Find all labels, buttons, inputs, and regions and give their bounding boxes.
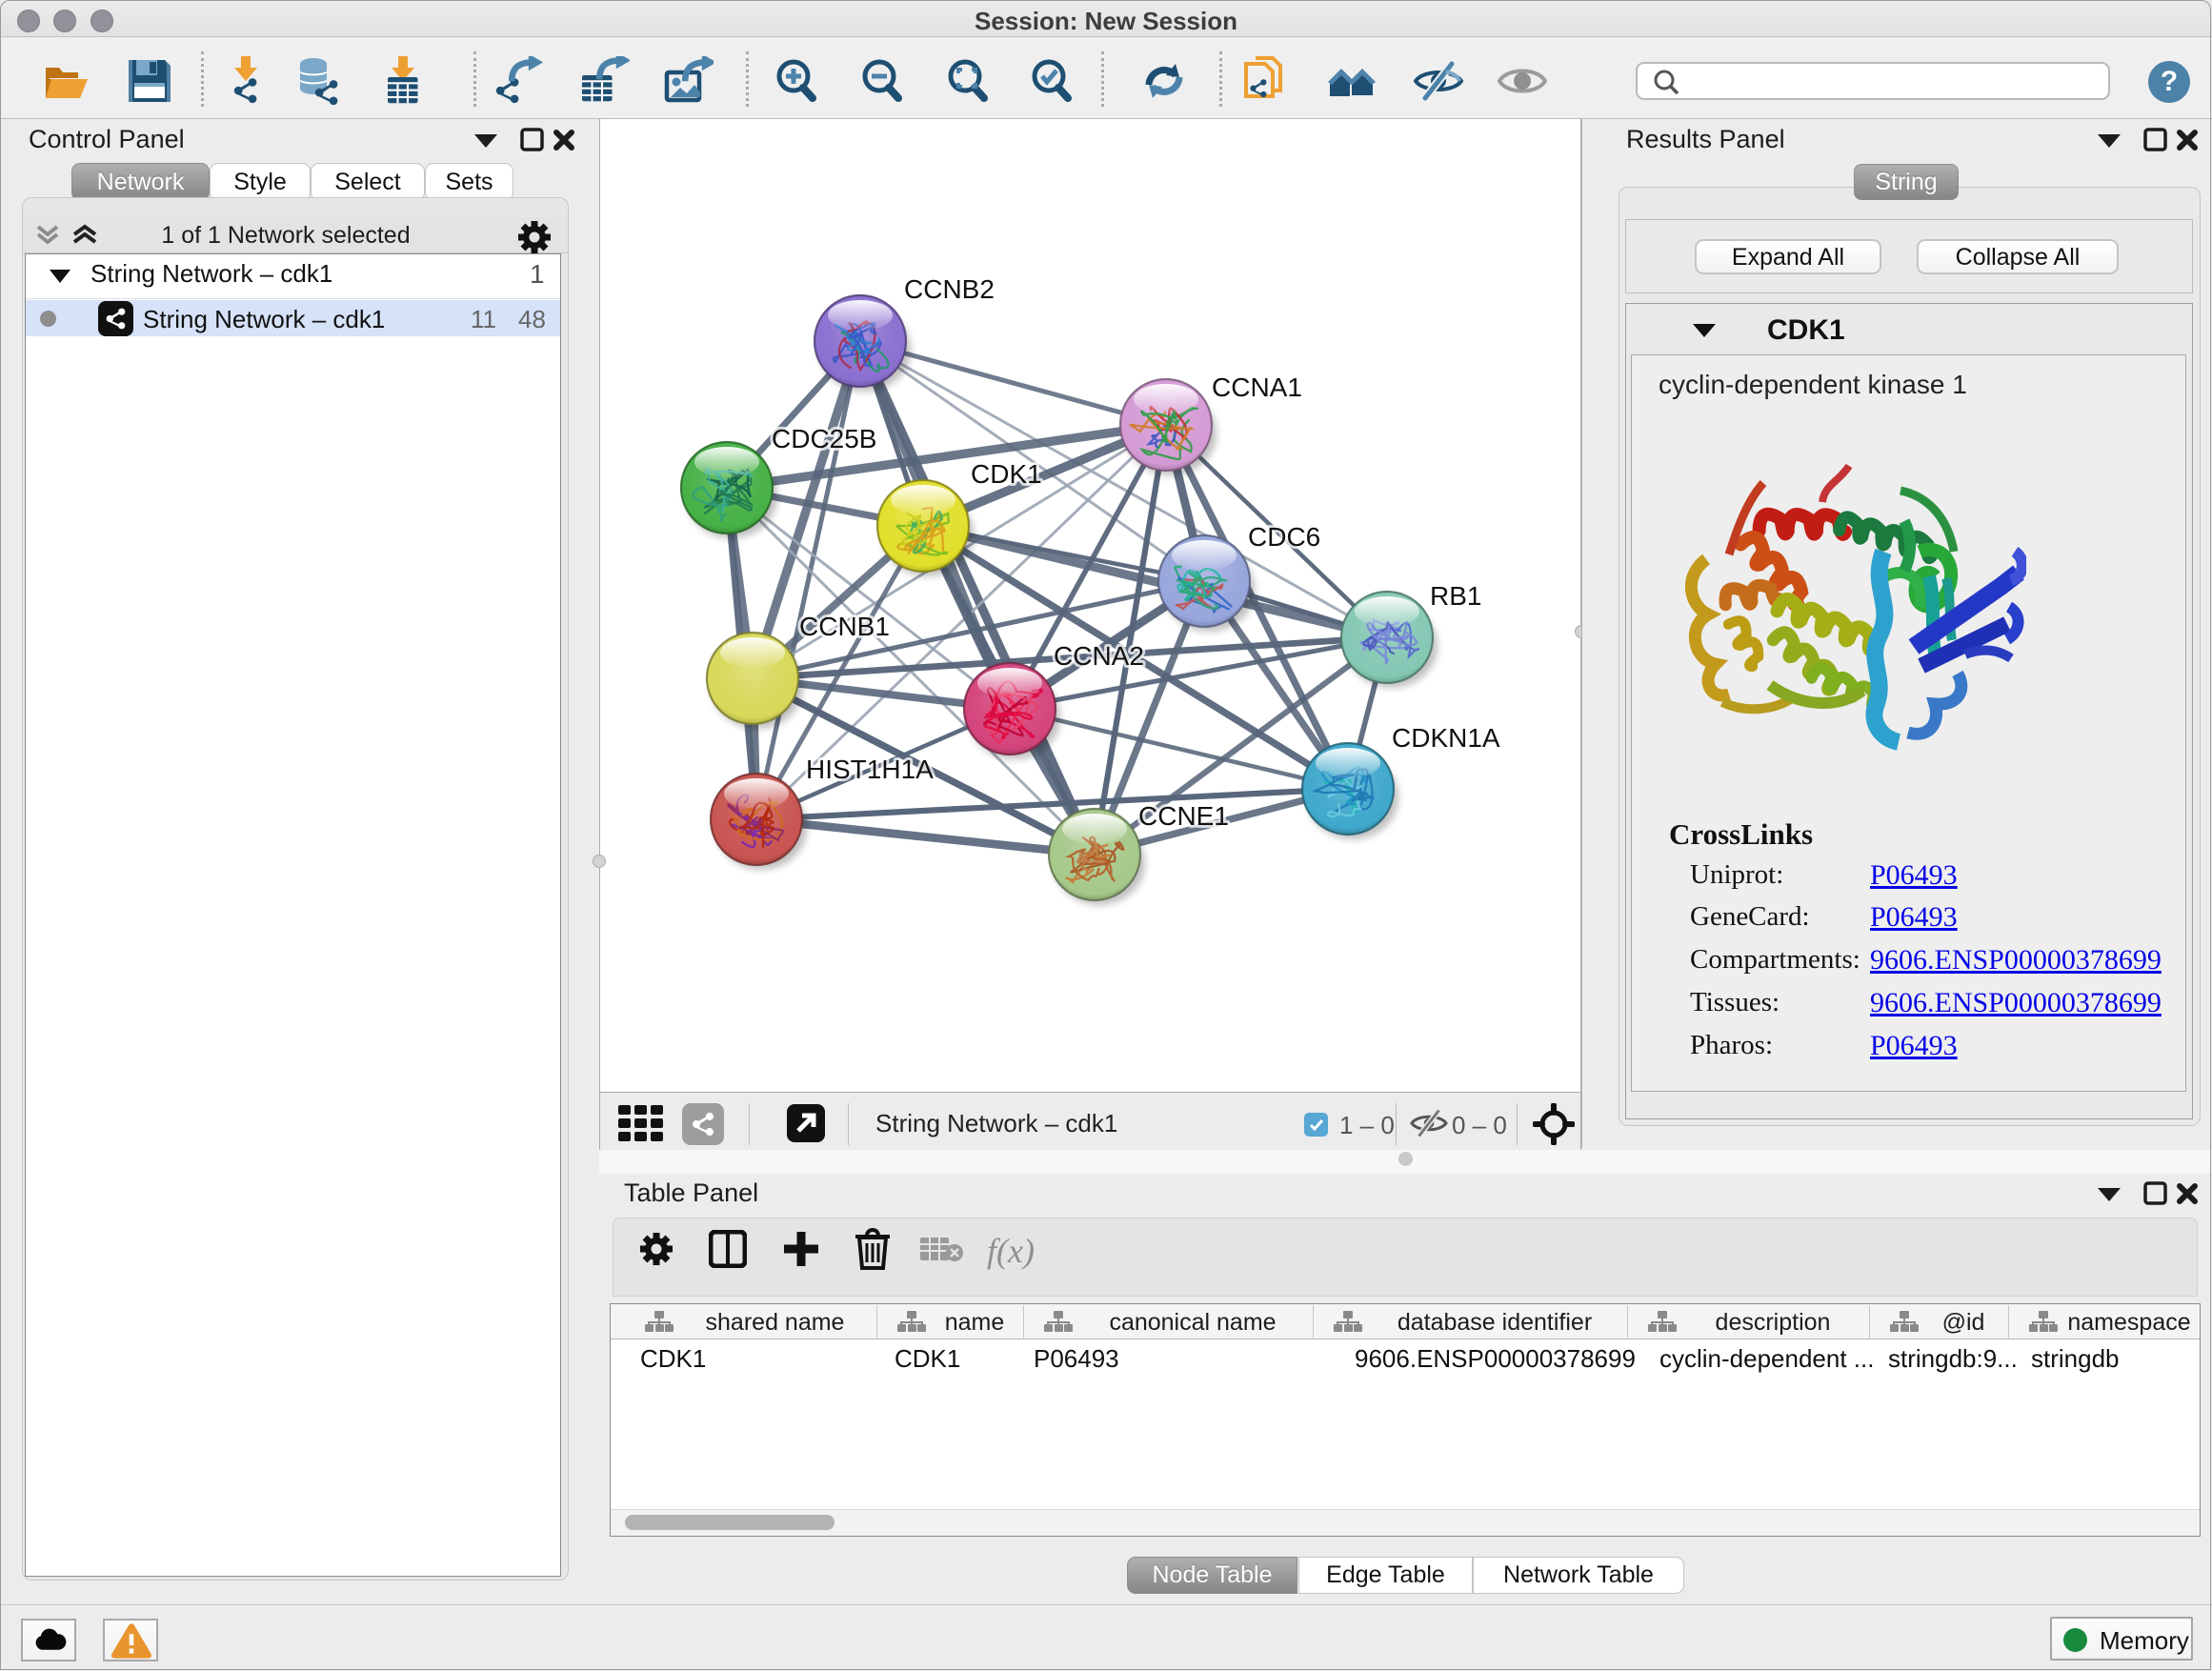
svg-text:CCNB2: CCNB2 [904, 274, 995, 304]
svg-text:CDKN1A: CDKN1A [1392, 723, 1500, 753]
svg-text:CDK1: CDK1 [971, 459, 1042, 489]
svg-text:CCNE1: CCNE1 [1138, 801, 1229, 831]
svg-text:CCNA1: CCNA1 [1212, 372, 1302, 402]
svg-text:?: ? [2161, 66, 2178, 97]
svg-text:RB1: RB1 [1430, 581, 1481, 611]
svg-text:CCNB1: CCNB1 [799, 612, 890, 641]
svg-text:CDC25B: CDC25B [772, 424, 876, 453]
svg-text:CDC6: CDC6 [1248, 522, 1320, 552]
svg-text:CCNA2: CCNA2 [1054, 641, 1144, 671]
svg-text:HIST1H1A: HIST1H1A [806, 755, 934, 784]
